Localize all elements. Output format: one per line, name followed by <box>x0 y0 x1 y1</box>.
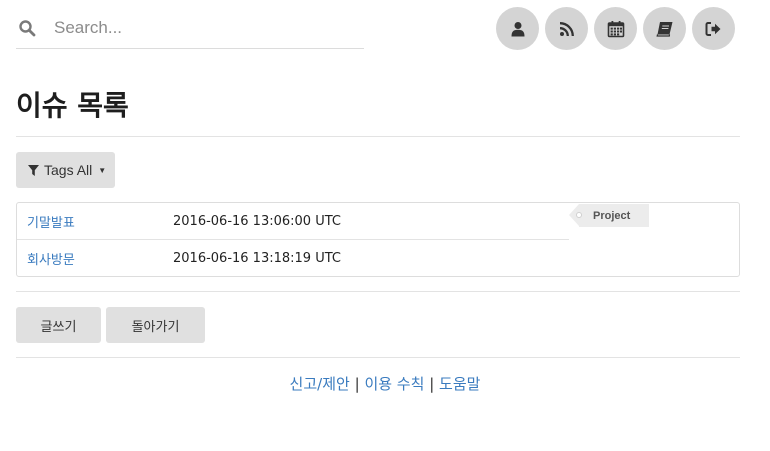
back-button[interactable]: 돌아가기 <box>106 307 205 343</box>
tags-filter-button[interactable]: Tags All ▼ <box>16 152 115 188</box>
page: 이슈 목록 Tags All ▼ 기말발표 2016-06-16 13:06:0… <box>0 0 770 451</box>
user-button[interactable] <box>496 7 539 50</box>
footer: 신고/제안 | 이용 수칙 | 도움말 <box>0 373 770 394</box>
user-icon <box>511 21 524 36</box>
issue-date: 2016-06-16 13:06:00 UTC <box>173 213 341 229</box>
divider <box>16 357 740 358</box>
issue-title-link[interactable]: 기말발표 <box>27 212 75 231</box>
sign-out-button[interactable] <box>692 7 735 50</box>
divider <box>16 291 740 292</box>
calendar-button[interactable] <box>594 7 637 50</box>
footer-separator: | <box>354 375 360 393</box>
issue-date: 2016-06-16 13:18:19 UTC <box>173 251 341 266</box>
footer-separator: | <box>429 375 435 393</box>
write-button[interactable]: 글쓰기 <box>16 307 101 343</box>
terms-link[interactable]: 이용 수칙 <box>364 375 424 393</box>
report-link[interactable]: 신고/제안 <box>290 375 350 393</box>
book-icon <box>655 21 672 37</box>
caret-down-icon: ▼ <box>98 165 107 175</box>
tags-filter-label: Tags All <box>44 162 93 178</box>
divider <box>16 136 740 137</box>
calendar-icon <box>607 20 624 37</box>
rss-button[interactable] <box>545 7 588 50</box>
tag-label-text: Project <box>593 209 631 222</box>
search-icon <box>19 20 36 37</box>
tag-hole-icon <box>576 212 582 218</box>
tag-project[interactable]: Project <box>569 204 649 227</box>
page-title: 이슈 목록 <box>16 89 129 122</box>
search-input[interactable] <box>52 14 352 42</box>
rss-icon <box>559 21 574 36</box>
filter-icon <box>28 164 39 176</box>
book-button[interactable] <box>643 7 686 50</box>
help-link[interactable]: 도움말 <box>439 375 480 393</box>
issue-list: 기말발표 2016-06-16 13:06:00 UTC 회사방문 2016-0… <box>16 202 740 277</box>
issue-row: 회사방문 2016-06-16 13:18:19 UTC <box>17 240 569 277</box>
sign-out-icon <box>705 21 721 36</box>
issue-row: 기말발표 2016-06-16 13:06:00 UTC <box>17 203 569 240</box>
search-bar <box>16 8 364 49</box>
issue-title-link[interactable]: 회사방문 <box>27 249 75 268</box>
